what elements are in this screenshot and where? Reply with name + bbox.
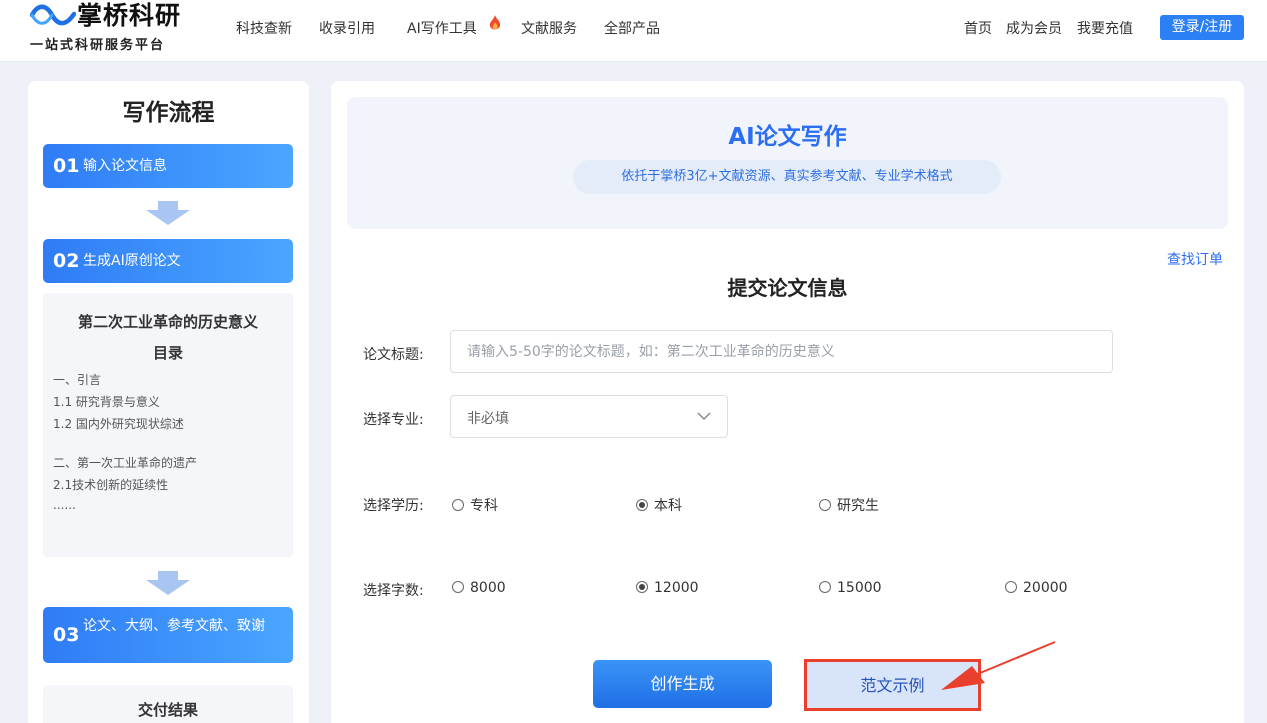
degree-label: 选择学历: [363,498,424,514]
radio-label: 本科 [654,498,682,514]
paper-title-input[interactable] [450,330,1113,373]
radio-label: 8000 [470,580,506,596]
chevron-down-icon [697,412,711,421]
preview-paper-title: 第二次工业革命的历史意义 [77,313,258,331]
word-count-label: 选择字数: [363,583,424,599]
login-register-button[interactable]: 登录/注册 [1160,15,1244,40]
nav-citation[interactable]: 收录引用 [319,18,375,38]
sidebar-title: 写作流程 [122,100,215,126]
nav-ai-writing[interactable]: AI写作工具 [407,18,477,38]
radio-label: 专科 [470,498,498,514]
step-01[interactable]: 01 输入论文信息 [43,144,293,188]
radio-label: 研究生 [837,498,879,514]
major-label: 选择专业: [363,412,424,428]
words-radio-12000[interactable]: 12000 [636,580,699,596]
generate-button[interactable]: 创作生成 [593,660,772,708]
step-label: 论文、大纲、参考文献、致谢 [83,618,265,634]
major-select[interactable]: 非必填 [450,395,728,438]
nav-membership[interactable]: 成为会员 [1006,18,1062,38]
nav-tech-search[interactable]: 科技查新 [236,18,292,38]
find-order-link[interactable]: 查找订单 [1167,249,1223,269]
brand-name: 掌桥科研 [77,1,182,30]
delivery-result-title: 交付结果 [137,701,198,719]
banner-subtitle: 依托于掌桥3亿+文献资源、真实参考文献、专业学术格式 [573,160,1001,194]
step-03[interactable]: 03 论文、大纲、参考文献、致谢 [43,607,293,663]
radio-circle-selected [636,499,648,511]
intro-banner: AI论文写作 依托于掌桥3亿+文献资源、真实参考文献、专业学术格式 [347,97,1228,229]
preview-toc-heading: 目录 [152,344,183,362]
step-label: 输入论文信息 [83,158,167,174]
step-02[interactable]: 02 生成AI原创论文 [43,239,293,283]
sample-example-button[interactable]: 范文示例 [804,659,981,711]
toc-line: 1.2 国内外研究现状综述 [53,417,184,431]
toc-line: 一、引言 [53,373,102,387]
toc-line: 二、第一次工业革命的遗产 [53,456,198,470]
toc-line: ...... [53,498,76,512]
top-header: 掌桥科研 一站式科研服务平台 科技查新 收录引用 AI写作工具 文献服务 全部产… [0,0,1267,62]
logo-mark-icon [30,4,76,26]
step-number: 02 [53,250,80,272]
fire-icon [489,15,501,30]
radio-circle [452,499,464,511]
step-label: 生成AI原创论文 [83,253,181,269]
major-select-value: 非必填 [467,411,509,427]
radio-circle [1005,581,1017,593]
radio-circle-selected [636,581,648,593]
radio-circle [452,581,464,593]
step-number: 01 [53,155,80,177]
radio-circle [819,581,831,593]
nav-recharge[interactable]: 我要充值 [1077,18,1133,38]
banner-title: AI论文写作 [728,124,847,150]
words-radio-15000[interactable]: 15000 [819,580,882,596]
paper-form-panel: AI论文写作 依托于掌桥3亿+文献资源、真实参考文献、专业学术格式 查找订单 提… [331,81,1244,723]
toc-line: 1.1 研究背景与意义 [53,395,160,409]
down-arrow-icon [146,201,190,225]
outline-preview-card: 第二次工业革命的历史意义 目录 一、引言 1.1 研究背景与意义 1.2 国内外… [43,293,293,557]
radio-label: 15000 [837,580,882,596]
step-number: 03 [53,624,80,646]
nav-all-products[interactable]: 全部产品 [604,18,660,38]
radio-circle [819,499,831,511]
title-label: 论文标题: [363,347,424,363]
degree-radio-associate[interactable]: 专科 [452,495,498,515]
down-arrow-icon [146,571,190,595]
words-radio-8000[interactable]: 8000 [452,580,506,596]
delivery-result-card: 交付结果 [43,685,293,723]
words-radio-20000[interactable]: 20000 [1005,580,1068,596]
writing-process-sidebar: 写作流程 01 输入论文信息 02 生成AI原创论文 第二次工业革命的历史意义 … [28,81,309,723]
nav-home[interactable]: 首页 [964,18,992,38]
degree-radio-bachelor[interactable]: 本科 [636,495,682,515]
brand-slogan: 一站式科研服务平台 [30,38,166,53]
radio-label: 12000 [654,580,699,596]
brand-logo[interactable]: 掌桥科研 一站式科研服务平台 [28,0,198,58]
radio-label: 20000 [1023,580,1068,596]
degree-radio-graduate[interactable]: 研究生 [819,495,879,515]
nav-literature[interactable]: 文献服务 [521,18,577,38]
form-title: 提交论文信息 [727,276,848,300]
toc-line: 2.1技术创新的延续性 [53,478,169,492]
